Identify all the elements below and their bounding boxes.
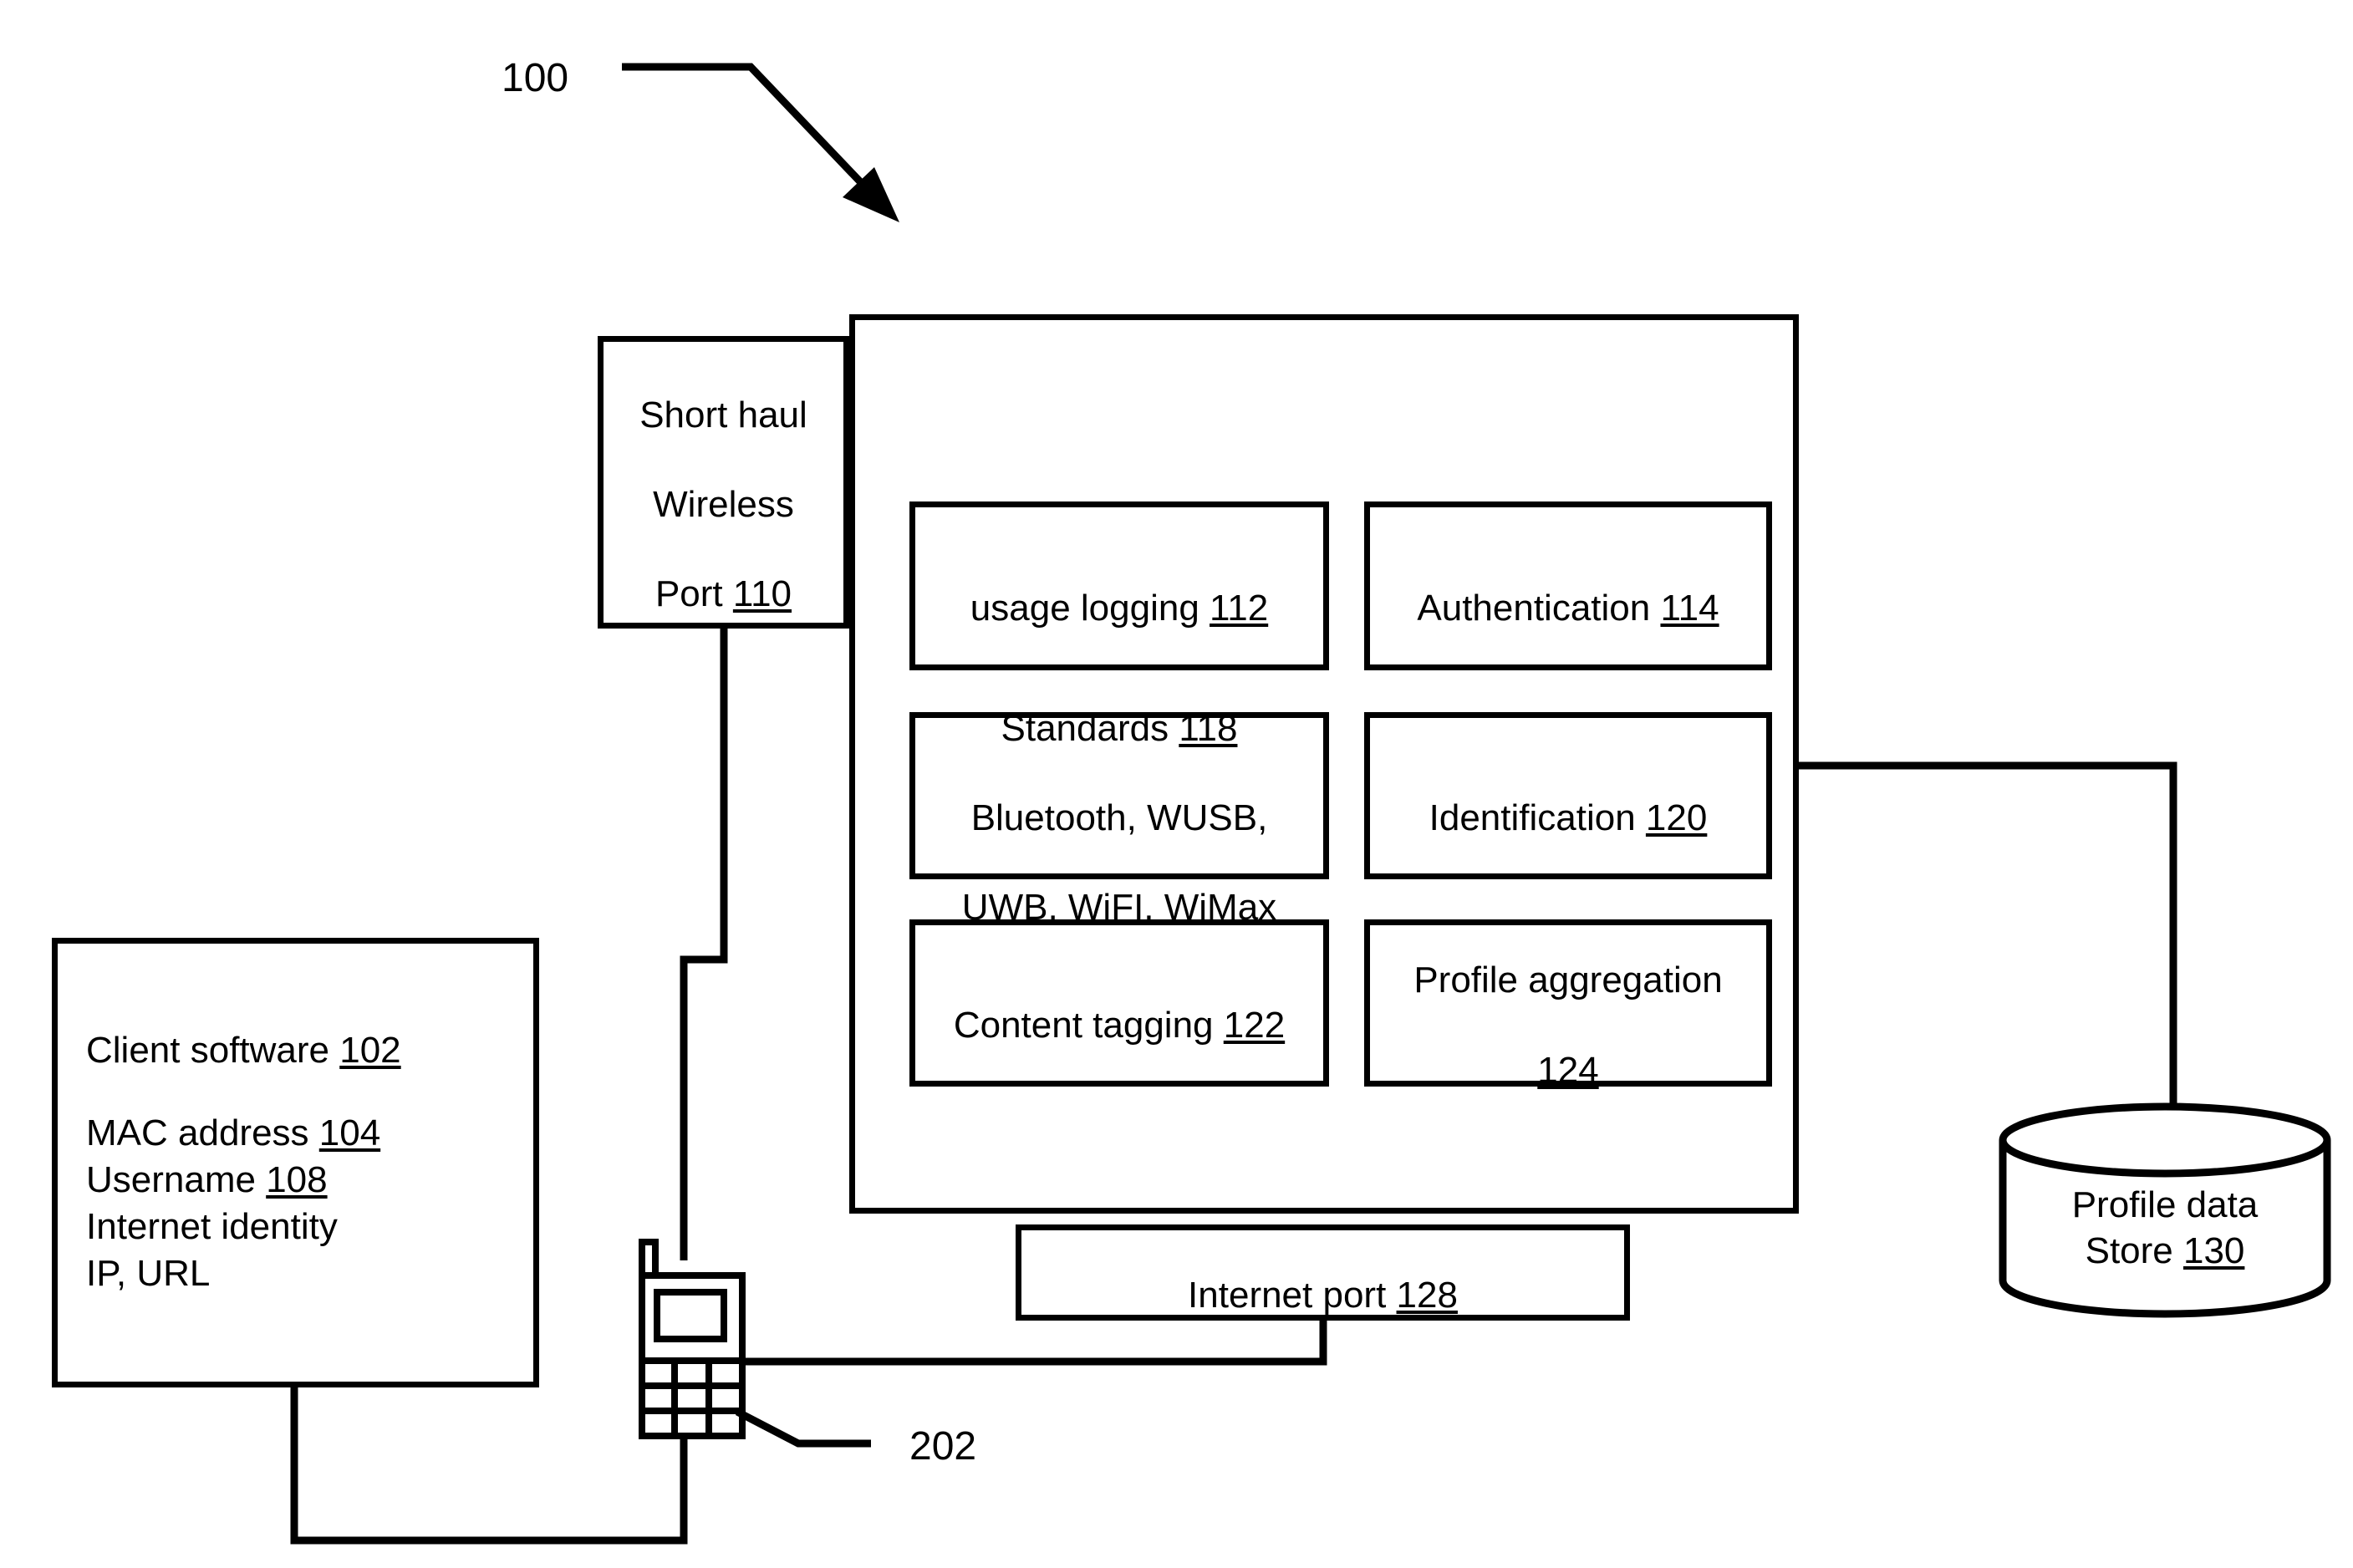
mobile-phone-device[interactable] — [635, 1237, 752, 1446]
figure-number-100: 100 — [502, 56, 569, 100]
content-tagging-text: Content tagging — [953, 1005, 1224, 1046]
content-tagging-box[interactable]: Content tagging 122 — [909, 919, 1329, 1087]
identification-label: Identification 120 — [1421, 751, 1716, 840]
authentication-text: Authentication — [1417, 588, 1661, 629]
diagram-canvas: 100 Short haul Wireless Port 110 usage l… — [0, 0, 2353, 1568]
client-software-ref-102: 102 — [339, 1030, 401, 1072]
content-tagging-label: Content tagging 122 — [945, 958, 1293, 1047]
content-tagging-ref-122: 122 — [1223, 1005, 1286, 1046]
authentication-ref-114: 114 — [1660, 588, 1719, 629]
client-software-ip-url: IP, URL — [86, 1253, 211, 1295]
figure-lead-arrowhead — [843, 167, 899, 222]
client-software-internet-identity: Internet identity — [86, 1206, 338, 1248]
profile-data-store-line-1: Profile data — [2071, 1184, 2259, 1225]
profile-data-store-label: Profile data Store 130 — [1998, 1182, 2332, 1274]
short-haul-wireless-port-box[interactable]: Short haul Wireless Port 110 — [598, 336, 849, 629]
profile-data-store-cylinder[interactable]: Profile data Store 130 — [1998, 1102, 2332, 1327]
short-haul-line-3-text: Port — [654, 573, 733, 615]
standards-ref-118: 118 — [1179, 707, 1238, 749]
client-software-username: Username 108 — [58, 1157, 533, 1204]
client-software-mac-address: MAC address 104 — [58, 1110, 533, 1157]
client-software-box[interactable]: Client software 102 MAC address 104 User… — [52, 938, 539, 1387]
internet-port-label: Internet port 128 — [1179, 1228, 1466, 1317]
mac-address-text: MAC address — [86, 1112, 319, 1153]
authentication-box[interactable]: Authentication 114 — [1364, 501, 1772, 670]
wire-container-to-datastore — [1799, 761, 2177, 1116]
profile-data-store-ref-130: 130 — [2182, 1230, 2245, 1271]
profile-aggregation-ref-124: 124 — [1537, 1049, 1599, 1091]
internet-port-box[interactable]: Internet port 128 — [1016, 1224, 1630, 1321]
mobile-phone-icon — [639, 1239, 746, 1439]
usage-logging-label: usage logging 112 — [962, 541, 1276, 630]
profile-aggregation-box[interactable]: Profile aggregation 124 — [1364, 919, 1772, 1091]
wire-phone-to-internet-port — [742, 1321, 1327, 1366]
short-haul-line-1: Short haul — [639, 394, 807, 435]
figure-number-202: 202 — [909, 1424, 977, 1469]
short-haul-line-2: Wireless — [653, 484, 794, 525]
profile-aggregation-label: Profile aggregation 124 — [1405, 914, 1730, 1093]
username-ref-108: 108 — [266, 1158, 328, 1200]
standards-box[interactable]: Standards 118 Bluetooth, WUSB, UWB, WiFI… — [909, 708, 1329, 928]
internet-port-text: Internet port — [1188, 1274, 1397, 1316]
client-software-title: Client software 102 — [58, 1027, 533, 1074]
identification-box[interactable]: Identification 120 — [1364, 712, 1772, 879]
standards-line-2: Bluetooth, WUSB, — [970, 797, 1268, 838]
usage-logging-text: usage logging — [970, 588, 1210, 629]
short-haul-wireless-port-label: Short haul Wireless Port 110 — [631, 348, 816, 617]
identification-ref-120: 120 — [1645, 797, 1708, 838]
profile-aggregation-line-1: Profile aggregation — [1413, 960, 1723, 1001]
client-software-title-text: Client software — [86, 1030, 340, 1072]
client-software-spacer — [58, 1075, 533, 1110]
usage-logging-box[interactable]: usage logging 112 — [909, 501, 1329, 670]
internet-port-ref-128: 128 — [1396, 1274, 1458, 1316]
mac-address-ref-104: 104 — [318, 1112, 381, 1153]
identification-text: Identification — [1429, 797, 1646, 838]
username-text: Username — [86, 1158, 267, 1200]
short-haul-ref-110: 110 — [732, 573, 792, 615]
secondary-lead-line — [735, 1408, 871, 1448]
standards-title-text: Standards — [1001, 707, 1179, 749]
wire-shorthaul-to-phone — [680, 629, 728, 1260]
standards-label: Standards 118 Bluetooth, WUSB, UWB, WiFI… — [954, 661, 1285, 930]
authentication-label: Authentication 114 — [1408, 541, 1727, 630]
profile-data-store-line-2-text: Store — [2085, 1230, 2183, 1271]
figure-lead-line — [622, 63, 891, 214]
usage-logging-ref-112: 112 — [1210, 588, 1269, 629]
wire-phone-to-client-software — [290, 1387, 688, 1545]
